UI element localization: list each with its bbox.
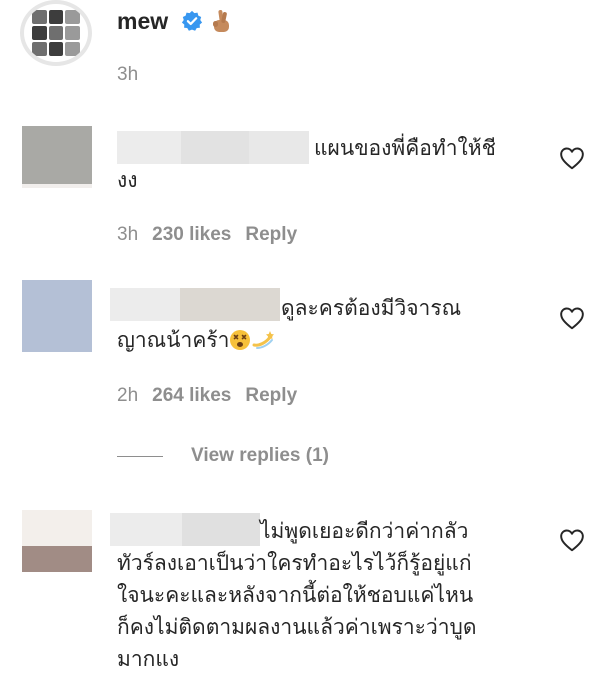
comment-text-line: ก็คงไม่ติดตามผลงานแล้วค่าเพราะว่าบูด bbox=[117, 615, 477, 639]
comment-item: ไม่พูดเยอะดีกว่าค่ากลัว ทัวร์ลงเอาเป็นว่… bbox=[0, 505, 600, 673]
dizzy-face-emoji bbox=[230, 330, 251, 350]
comment-text: แผนของพี่คือทำให้ชี งง bbox=[117, 132, 547, 196]
verified-badge-icon bbox=[181, 10, 203, 31]
username[interactable]: mew bbox=[117, 8, 168, 35]
comment-timestamp: 3h bbox=[117, 224, 139, 245]
post-timestamp: 3h bbox=[117, 64, 139, 85]
crossed-fingers-emoji bbox=[213, 10, 229, 32]
avatar-lower bbox=[22, 546, 92, 572]
comment-text-line: แผนของพี่คือทำให้ชี bbox=[314, 136, 496, 160]
likes-count[interactable]: 264 likes bbox=[152, 385, 231, 407]
comment-meta: 2h 264 likes Reply bbox=[117, 385, 297, 407]
heart-icon[interactable] bbox=[559, 306, 585, 330]
reply-button[interactable]: Reply bbox=[245, 385, 297, 407]
comment-text-line: ไม่พูดเยอะดีกว่าค่ากลัว bbox=[260, 519, 469, 543]
avatar-edge bbox=[22, 184, 92, 188]
reply-button[interactable]: Reply bbox=[245, 224, 297, 246]
heart-icon[interactable] bbox=[559, 528, 585, 552]
dizzy-emoji bbox=[252, 331, 275, 349]
divider bbox=[117, 455, 163, 457]
avatar[interactable] bbox=[22, 510, 92, 546]
avatar[interactable] bbox=[22, 280, 92, 352]
comment-text: ดูละครต้องมีวิจารณ ญาณน้าคร้า bbox=[117, 292, 547, 356]
comment-text-line: ทัวร์ลงเอาเป็นว่าใครทำอะไรไว้ก็รู้อยู่แก… bbox=[117, 551, 472, 575]
comment-text-line: งง bbox=[117, 168, 138, 192]
comment-text-line: ญาณน้าคร้า bbox=[117, 328, 230, 352]
view-replies-button[interactable]: View replies (1) bbox=[117, 445, 329, 467]
heart-icon[interactable] bbox=[559, 146, 585, 170]
view-replies-label[interactable]: View replies (1) bbox=[191, 445, 329, 467]
comment-meta: 3h 230 likes Reply bbox=[117, 224, 297, 246]
comment-text-line: ดูละครต้องมีวิจารณ bbox=[281, 296, 462, 320]
avatar[interactable] bbox=[22, 126, 92, 186]
likes-count[interactable]: 230 likes bbox=[152, 224, 231, 246]
comment-timestamp: 2h bbox=[117, 385, 139, 406]
comment-text-line: มากแง bbox=[117, 647, 180, 671]
avatar[interactable] bbox=[20, 0, 92, 66]
comment-text-line: ใจนะคะและหลังจากนี้ต่อให้ชอบแค่ไหน bbox=[117, 583, 474, 607]
comment-item: ดูละครต้องมีวิจารณ ญาณน้าคร้า 2h 264 lik… bbox=[0, 276, 600, 426]
comment-text: ไม่พูดเยอะดีกว่าค่ากลัว ทัวร์ลงเอาเป็นว่… bbox=[117, 515, 557, 673]
post-header: mew 3h bbox=[0, 0, 600, 110]
comment-item: แผนของพี่คือทำให้ชี งง 3h 230 likes Repl… bbox=[0, 118, 600, 258]
